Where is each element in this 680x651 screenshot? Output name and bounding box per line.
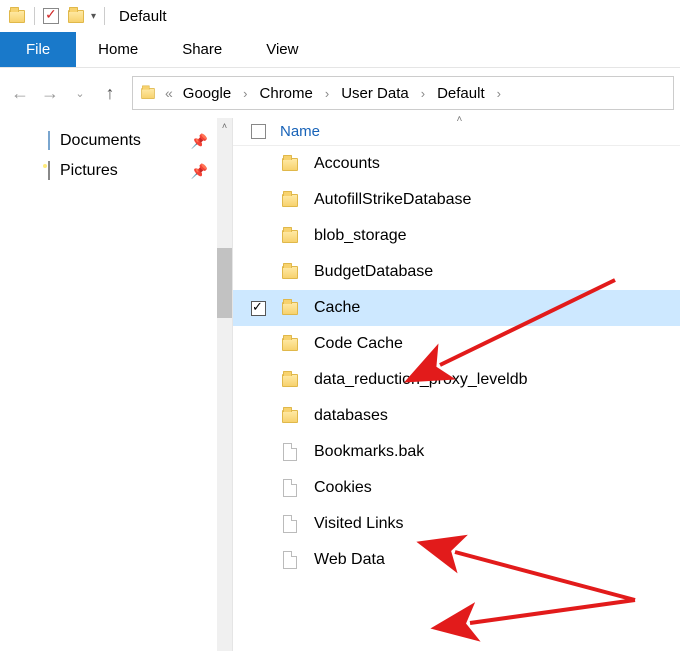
- item-checkbox[interactable]: [251, 193, 266, 208]
- ribbon-tabs: File Home Share View: [0, 32, 680, 68]
- breadcrumb-overflow-icon[interactable]: «: [165, 85, 173, 101]
- item-checkbox[interactable]: [251, 157, 266, 172]
- back-button[interactable]: ←: [6, 77, 34, 109]
- list-item[interactable]: data_reduction_proxy_leveldb: [233, 362, 680, 398]
- item-label: Code Cache: [314, 335, 403, 353]
- file-icon: [280, 515, 300, 533]
- chevron-right-icon[interactable]: ›: [419, 86, 427, 101]
- item-label: Bookmarks.bak: [314, 443, 424, 461]
- list-item[interactable]: Visited Links: [233, 506, 680, 542]
- chevron-right-icon[interactable]: ›: [241, 86, 249, 101]
- tab-file[interactable]: File: [0, 32, 76, 67]
- file-icon: [280, 443, 300, 461]
- navigation-pane: Documents 📌 Pictures 📌 ˄: [0, 118, 232, 651]
- sidebar-scrollbar-thumb[interactable]: [217, 248, 232, 318]
- qat-properties-icon[interactable]: [43, 8, 59, 24]
- item-checkbox[interactable]: [251, 481, 266, 496]
- separator: [104, 7, 105, 25]
- tab-view[interactable]: View: [244, 32, 320, 67]
- recent-locations-dropdown[interactable]: ⌄: [66, 77, 94, 109]
- sidebar-item-pictures[interactable]: Pictures 📌: [0, 156, 232, 186]
- up-button[interactable]: ↑: [96, 77, 124, 109]
- item-label: Accounts: [314, 155, 380, 173]
- item-label: AutofillStrikeDatabase: [314, 191, 471, 209]
- sidebar-item-label: Pictures: [60, 162, 118, 180]
- breadcrumb-default[interactable]: Default: [431, 85, 491, 102]
- item-label: databases: [314, 407, 388, 425]
- list-item[interactable]: Cookies: [233, 470, 680, 506]
- folder-icon: [280, 158, 300, 171]
- list-item[interactable]: databases: [233, 398, 680, 434]
- title-bar: ▾ Default: [0, 0, 680, 32]
- item-label: Cache: [314, 299, 360, 317]
- file-list: Accounts AutofillStrikeDatabase blob_stora…: [233, 146, 680, 578]
- breadcrumb-chrome[interactable]: Chrome: [254, 85, 319, 102]
- list-item[interactable]: AutofillStrikeDatabase: [233, 182, 680, 218]
- breadcrumb-userdata[interactable]: User Data: [335, 85, 415, 102]
- item-checkbox[interactable]: [251, 373, 266, 388]
- address-folder-icon: [139, 84, 157, 102]
- item-checkbox[interactable]: [251, 445, 266, 460]
- column-header-name[interactable]: Name: [280, 123, 320, 140]
- folder-icon: [280, 374, 300, 387]
- list-item[interactable]: Accounts: [233, 146, 680, 182]
- picture-icon: [48, 162, 50, 180]
- item-checkbox[interactable]: [251, 229, 266, 244]
- list-item[interactable]: Code Cache: [233, 326, 680, 362]
- navigation-bar: ← → ⌄ ↑ « Google › Chrome › User Data › …: [0, 68, 680, 118]
- main-area: Documents 📌 Pictures 📌 ˄ ˄ Name Accounts…: [0, 118, 680, 651]
- scroll-up-icon[interactable]: ˄: [217, 118, 232, 134]
- list-item[interactable]: BudgetDatabase: [233, 254, 680, 290]
- folder-icon: [280, 230, 300, 243]
- pin-icon: 📌: [191, 163, 208, 180]
- tab-home[interactable]: Home: [76, 32, 160, 67]
- chevron-right-icon[interactable]: ›: [323, 86, 331, 101]
- file-list-pane: ˄ Name AccountsAutofillStrikeDatabaseblo…: [233, 118, 680, 651]
- breadcrumb-google[interactable]: Google: [177, 85, 237, 102]
- item-label: blob_storage: [314, 227, 407, 245]
- file-icon: [280, 479, 300, 497]
- address-bar[interactable]: « Google › Chrome › User Data › Default …: [132, 76, 674, 110]
- item-checkbox[interactable]: [251, 265, 266, 280]
- sidebar-item-label: Documents: [60, 132, 141, 150]
- item-label: data_reduction_proxy_leveldb: [314, 371, 527, 389]
- window-title: Default: [119, 8, 167, 25]
- select-all-checkbox[interactable]: [251, 124, 266, 139]
- forward-button[interactable]: →: [36, 77, 64, 109]
- file-icon: [280, 551, 300, 569]
- item-checkbox[interactable]: [251, 337, 266, 352]
- folder-icon: [280, 266, 300, 279]
- pin-icon: 📌: [191, 133, 208, 150]
- item-checkbox[interactable]: [251, 553, 266, 568]
- item-checkbox[interactable]: [251, 301, 266, 316]
- item-label: Cookies: [314, 479, 372, 497]
- separator: [34, 7, 35, 25]
- folder-icon: [280, 302, 300, 315]
- chevron-right-icon[interactable]: ›: [495, 86, 503, 101]
- app-folder-icon: [8, 7, 26, 25]
- sidebar-scrollbar[interactable]: [217, 118, 232, 651]
- sort-indicator-icon: ˄: [457, 114, 463, 125]
- document-icon: [48, 132, 50, 150]
- qat-folder-icon[interactable]: [67, 7, 85, 25]
- folder-icon: [280, 338, 300, 351]
- folder-icon: [280, 194, 300, 207]
- item-label: Visited Links: [314, 515, 404, 533]
- item-label: BudgetDatabase: [314, 263, 433, 281]
- list-item[interactable]: Web Data: [233, 542, 680, 578]
- list-item[interactable]: Bookmarks.bak: [233, 434, 680, 470]
- item-checkbox[interactable]: [251, 409, 266, 424]
- list-item[interactable]: Cache: [233, 290, 680, 326]
- qat-dropdown-icon[interactable]: ▾: [91, 11, 96, 22]
- list-item[interactable]: blob_storage: [233, 218, 680, 254]
- item-checkbox[interactable]: [251, 517, 266, 532]
- tab-share[interactable]: Share: [160, 32, 244, 67]
- folder-icon: [280, 410, 300, 423]
- item-label: Web Data: [314, 551, 385, 569]
- sidebar-item-documents[interactable]: Documents 📌: [0, 126, 232, 156]
